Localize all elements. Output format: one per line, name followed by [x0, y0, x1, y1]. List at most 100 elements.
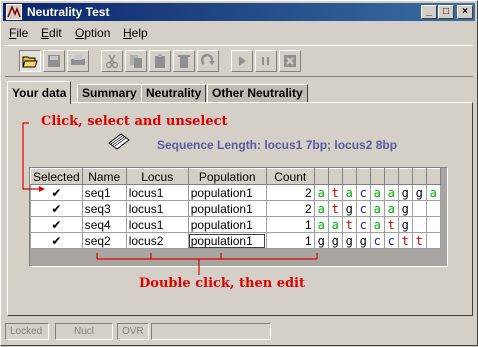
- menu-option[interactable]: Option: [75, 26, 110, 40]
- base-cell[interactable]: a: [383, 200, 399, 217]
- pause-button[interactable]: [255, 50, 277, 72]
- name-cell[interactable]: seq2: [81, 232, 127, 249]
- header-selected[interactable]: Selected: [30, 168, 83, 185]
- selected-checkbox[interactable]: ✔: [30, 184, 83, 201]
- base-cell[interactable]: g: [313, 232, 329, 249]
- base-cell[interactable]: a: [369, 216, 385, 233]
- menu-file[interactable]: File: [9, 26, 28, 40]
- cut-button[interactable]: [101, 50, 123, 72]
- title-bar[interactable]: Neutrality Test _ □ ×: [3, 3, 475, 21]
- base-cell[interactable]: [425, 232, 441, 249]
- base-cell[interactable]: a: [313, 200, 329, 217]
- cut-icon: [105, 54, 119, 69]
- base-cell[interactable]: g: [411, 184, 427, 201]
- base-cell[interactable]: g: [397, 184, 413, 201]
- menu-help[interactable]: Help: [123, 26, 148, 40]
- locus-cell[interactable]: locus1: [125, 200, 189, 217]
- base-cell[interactable]: [411, 216, 427, 233]
- data-grid: Selected Name Locus Population Count ✔s: [29, 167, 448, 267]
- save-button[interactable]: [43, 50, 65, 72]
- locus-cell[interactable]: locus1: [125, 216, 189, 233]
- status-message: [151, 323, 271, 340]
- base-cell[interactable]: a: [341, 184, 357, 201]
- status-ovr: OVR: [117, 323, 149, 340]
- open-icon: [22, 56, 38, 68]
- base-cell[interactable]: t: [341, 216, 357, 233]
- tab-summary[interactable]: Summary: [77, 84, 142, 103]
- delete-button[interactable]: [173, 50, 195, 72]
- base-cell[interactable]: g: [341, 200, 357, 217]
- base-cell[interactable]: t: [383, 216, 399, 233]
- count-cell[interactable]: 2: [265, 200, 315, 217]
- name-cell[interactable]: seq3: [81, 200, 127, 217]
- count-cell[interactable]: 1: [265, 232, 315, 249]
- base-cell[interactable]: [411, 200, 427, 217]
- locus-cell[interactable]: locus2: [125, 232, 189, 249]
- population-cell[interactable]: population1: [187, 232, 267, 249]
- window-title: Neutrality Test: [27, 5, 110, 19]
- count-cell[interactable]: 1: [265, 216, 315, 233]
- base-cell[interactable]: a: [313, 184, 329, 201]
- header-count[interactable]: Count: [265, 168, 315, 185]
- base-cell[interactable]: g: [397, 200, 413, 217]
- menu-edit[interactable]: Edit: [41, 26, 62, 40]
- population-cell[interactable]: population1: [187, 184, 267, 201]
- locus-cell[interactable]: locus1: [125, 184, 189, 201]
- open-button[interactable]: [19, 50, 41, 72]
- paste-button[interactable]: [149, 50, 171, 72]
- table-row[interactable]: ✔ seq4 locus1 population1 1 a a t c a t g: [30, 216, 441, 233]
- base-cell[interactable]: a: [369, 200, 385, 217]
- redo-button[interactable]: [197, 50, 219, 72]
- tab-neutrality[interactable]: Neutrality: [141, 84, 207, 103]
- count-cell[interactable]: 2: [265, 184, 315, 201]
- population-cell[interactable]: population1: [187, 200, 267, 217]
- table-row[interactable]: ✔ seq3 locus1 population1 2 a t g c a a g: [30, 200, 441, 217]
- base-cell[interactable]: t: [397, 232, 413, 249]
- header-name[interactable]: Name: [81, 168, 127, 185]
- minimize-button[interactable]: _: [421, 5, 437, 19]
- header-base: [425, 168, 441, 185]
- status-nucl: Nucl: [55, 323, 113, 340]
- base-cell[interactable]: t: [327, 184, 343, 201]
- selected-checkbox[interactable]: ✔: [30, 232, 83, 249]
- base-cell[interactable]: c: [369, 232, 385, 249]
- base-cell[interactable]: c: [355, 200, 371, 217]
- base-cell[interactable]: a: [313, 216, 329, 233]
- name-cell[interactable]: seq1: [81, 184, 127, 201]
- header-base: [383, 168, 399, 185]
- base-cell[interactable]: c: [355, 216, 371, 233]
- base-cell[interactable]: g: [355, 232, 371, 249]
- base-cell[interactable]: [425, 216, 441, 233]
- base-cell[interactable]: a: [425, 184, 441, 201]
- base-cell[interactable]: g: [341, 232, 357, 249]
- tab-your-data[interactable]: Your data: [7, 81, 72, 104]
- base-cell[interactable]: t: [327, 200, 343, 217]
- selected-checkbox[interactable]: ✔: [30, 216, 83, 233]
- base-cell[interactable]: a: [327, 216, 343, 233]
- annotation-edit: Double click, then edit: [139, 276, 305, 291]
- base-cell[interactable]: g: [397, 216, 413, 233]
- play-button[interactable]: [231, 50, 253, 72]
- tab-other-neutrality[interactable]: Other Neutrality: [207, 84, 308, 103]
- base-cell[interactable]: c: [383, 232, 399, 249]
- copy-button[interactable]: [125, 50, 147, 72]
- base-cell[interactable]: c: [355, 184, 371, 201]
- selected-checkbox[interactable]: ✔: [30, 200, 83, 217]
- header-base: [327, 168, 343, 185]
- base-cell[interactable]: t: [411, 232, 427, 249]
- table-row[interactable]: ✔ seq2 locus2 population1 1 g g g g c c t t: [30, 232, 441, 249]
- menu-bar: File Edit Option Help: [3, 23, 475, 43]
- maximize-button[interactable]: □: [438, 5, 454, 19]
- base-cell[interactable]: a: [383, 184, 399, 201]
- header-population[interactable]: Population: [187, 168, 267, 185]
- close-button[interactable]: ×: [457, 5, 473, 19]
- base-cell[interactable]: [425, 200, 441, 217]
- population-cell[interactable]: population1: [187, 216, 267, 233]
- header-locus[interactable]: Locus: [125, 168, 189, 185]
- print-button[interactable]: [67, 50, 89, 72]
- name-cell[interactable]: seq4: [81, 216, 127, 233]
- base-cell[interactable]: a: [369, 184, 385, 201]
- stop-button[interactable]: [279, 50, 301, 72]
- table-row[interactable]: ✔ seq1 locus1 population1 2 a t a c a a g g a: [30, 184, 441, 201]
- base-cell[interactable]: g: [327, 232, 343, 249]
